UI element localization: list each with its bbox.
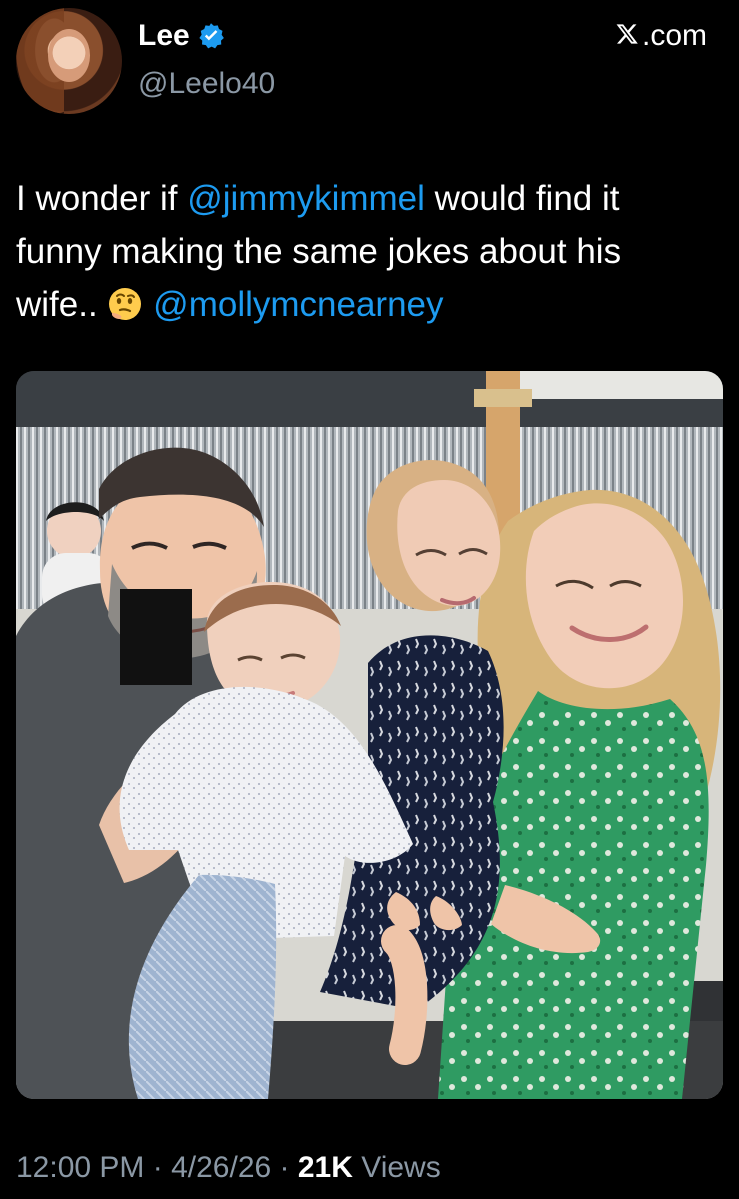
mention-link-jimmykimmel[interactable]: @jimmykimmel (187, 179, 425, 218)
thinking-face-emoji (109, 288, 142, 320)
verified-badge-icon (199, 23, 224, 49)
x-logo-icon (616, 24, 638, 44)
meta-separator-2: · (271, 1151, 298, 1184)
post-time: 12:00 PM (16, 1151, 145, 1184)
mention-link-mollymcnearney[interactable]: @mollymcnearney (153, 285, 443, 324)
tweet-photo[interactable] (16, 371, 723, 1099)
author-handle[interactable]: @Leelo40 (138, 66, 275, 102)
avatar-face (47, 29, 91, 83)
views-label[interactable]: Views (353, 1151, 441, 1184)
tweet-text: I wonder if @jimmykimmel would find it f… (16, 172, 706, 331)
post-date: 4/26/26 (171, 1151, 272, 1184)
tweet-text-part-1: I wonder if (16, 179, 188, 218)
meta-separator-1: · (144, 1151, 172, 1184)
views-count[interactable]: 21K (298, 1151, 353, 1184)
author-name-row[interactable]: Lee (138, 18, 226, 54)
family-photo-illustration (16, 371, 723, 1099)
x-dot-com-source: .com (612, 18, 707, 54)
avatar[interactable] (16, 8, 122, 114)
author-display-name[interactable]: Lee (138, 18, 190, 54)
tweet-metadata: 12:00 PM · 4/26/26 · 21K Views (16, 1150, 441, 1186)
source-text: .com (641, 19, 707, 52)
